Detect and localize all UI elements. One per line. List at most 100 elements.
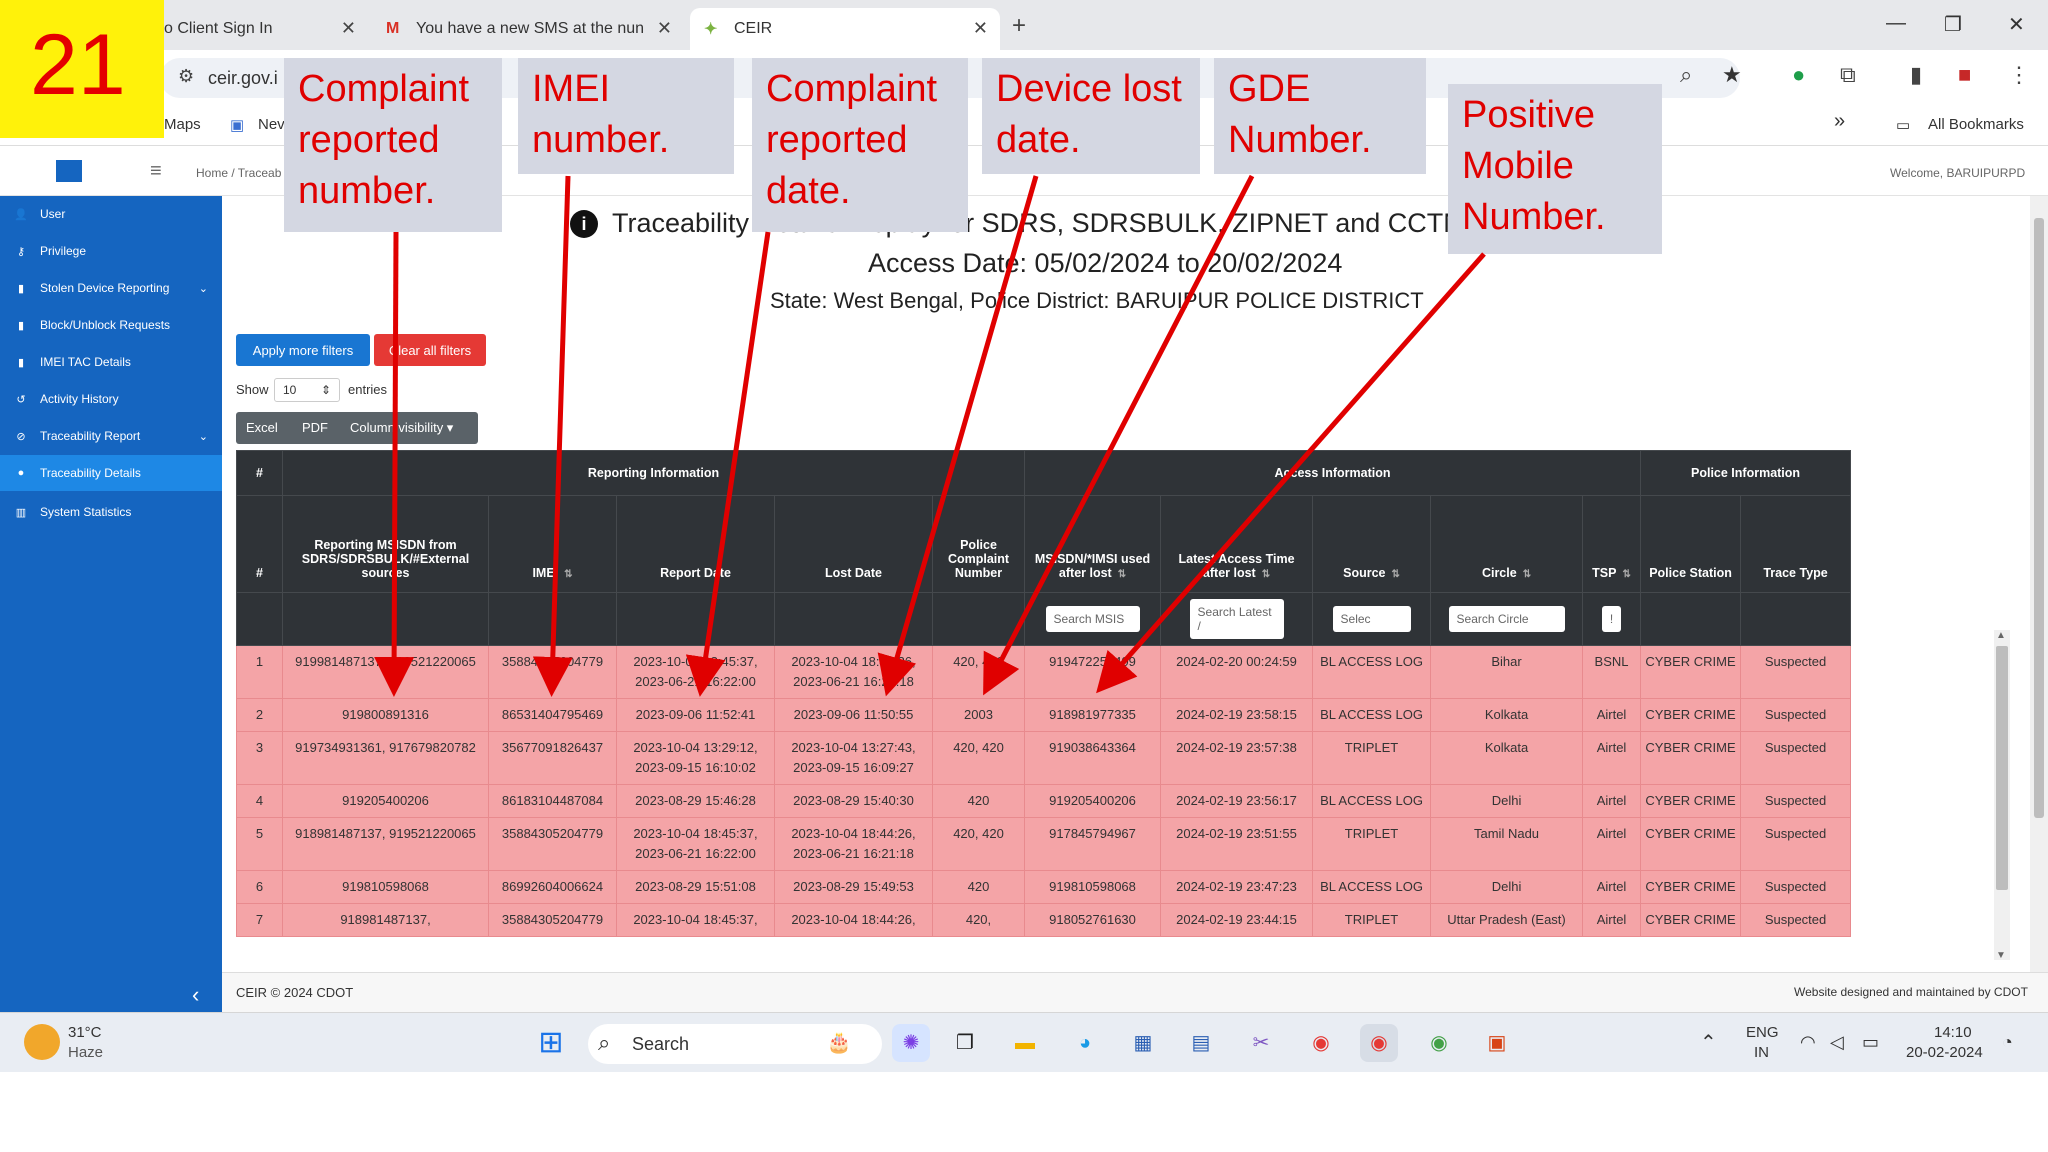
sidebar-item-stolen-device[interactable]: ▮ Stolen Device Reporting ⌄ xyxy=(0,270,222,306)
sort-icon[interactable]: ⇅ xyxy=(1262,569,1270,580)
sidebar-item-block-unblock[interactable]: ▮ Block/Unblock Requests xyxy=(0,307,222,343)
sidebar-item-privilege[interactable]: ⚷ Privilege xyxy=(0,233,222,269)
file-explorer-icon[interactable]: ▬ xyxy=(1006,1024,1044,1062)
clear-filters-button[interactable]: Clear all filters xyxy=(374,334,486,366)
task-view-icon[interactable]: ❐ xyxy=(946,1024,984,1062)
column-header[interactable]: Circle ⇅ xyxy=(1430,495,1584,593)
language-indicator[interactable]: ENG xyxy=(1746,1024,1779,1041)
snipping-tool-icon[interactable]: ✂ xyxy=(1242,1024,1280,1062)
sidepanel-icon[interactable]: ▮ xyxy=(1910,62,1922,88)
minimize-icon[interactable]: — xyxy=(1886,12,1906,35)
pdf-button[interactable]: PDF xyxy=(302,420,328,435)
grammarly-icon[interactable]: ● xyxy=(1792,62,1805,88)
table-cell[interactable]: 86992604006624 xyxy=(488,870,617,904)
table-row[interactable]: 1 919981487137, 919521220065 3588430520477… xyxy=(236,645,1852,699)
welcome-user[interactable]: Welcome, BARUIPURPD xyxy=(1890,166,2025,180)
clock-date[interactable]: 20-02-2024 xyxy=(1906,1044,1983,1061)
sidebar-item-system-statistics[interactable]: ▥ System Statistics xyxy=(0,494,222,530)
all-bookmarks[interactable]: All Bookmarks xyxy=(1928,116,2024,133)
edge-icon[interactable]: ◕ xyxy=(1066,1024,1104,1062)
powerpoint-icon[interactable]: ▣ xyxy=(1478,1024,1516,1062)
chrome-active-icon[interactable]: ◉ xyxy=(1360,1024,1398,1062)
bookmark-news[interactable]: Nev xyxy=(258,116,285,133)
keyboard-region[interactable]: IN xyxy=(1754,1044,1769,1061)
table-cell[interactable]: 86531404795469 xyxy=(488,698,617,732)
sidebar-item-imei-tac[interactable]: ▮ IMEI TAC Details xyxy=(0,344,222,380)
tab-ceir[interactable]: ✦ CEIR ✕ xyxy=(690,8,1000,50)
window-close-icon[interactable]: ✕ xyxy=(2008,12,2025,37)
battery-icon[interactable]: ▭ xyxy=(1862,1032,1879,1053)
table-row[interactable]: 4 919205400206 86183104487084 2023-08-29 15… xyxy=(236,784,1852,818)
menu-icon[interactable]: ⋮ xyxy=(2008,62,2030,88)
site-info-icon[interactable]: ⚙ xyxy=(178,66,194,87)
table-cell[interactable]: 35884305204779 xyxy=(488,645,617,699)
restore-icon[interactable]: ❐ xyxy=(1944,12,1962,37)
column-header[interactable]: # xyxy=(236,495,283,593)
column-header[interactable]: Lost Date xyxy=(774,495,933,593)
table-cell[interactable]: 35884305204779 xyxy=(488,817,617,871)
close-icon[interactable]: ✕ xyxy=(973,18,988,39)
chrome-icon[interactable]: ◉ xyxy=(1302,1024,1340,1062)
bookmark-star-icon[interactable]: ★ xyxy=(1722,62,1742,88)
column-header[interactable]: Report Date xyxy=(616,495,775,593)
sidebar-item-user[interactable]: 👤 User xyxy=(0,196,222,232)
sort-icon[interactable]: ⇅ xyxy=(564,569,572,580)
sidebar-item-activity-history[interactable]: ↺ Activity History xyxy=(0,381,222,417)
bookmark-maps[interactable]: Maps xyxy=(164,116,201,133)
close-icon[interactable]: ✕ xyxy=(657,18,672,39)
weather-desc[interactable]: Haze xyxy=(68,1044,103,1061)
wifi-icon[interactable]: ◠ xyxy=(1800,1032,1816,1053)
tray-expand-icon[interactable]: ⌃ xyxy=(1700,1030,1717,1055)
hamburger-icon[interactable]: ≡ xyxy=(150,160,162,183)
tab-gmail[interactable]: M You have a new SMS at the nun ✕ xyxy=(372,8,684,50)
new-tab-icon[interactable]: + xyxy=(1012,12,1026,40)
excel-button[interactable]: Excel xyxy=(246,420,278,435)
column-header[interactable]: TSP ⇅ xyxy=(1582,495,1642,593)
notification-bell-icon[interactable]: ◔ xyxy=(2002,1032,2013,1053)
collapse-sidebar-icon[interactable]: ‹ xyxy=(192,982,199,1008)
weather-icon[interactable] xyxy=(24,1024,60,1060)
sort-icon[interactable]: ⇅ xyxy=(1118,569,1126,580)
column-header[interactable]: Police Complaint Number xyxy=(931,495,1026,593)
column-header[interactable]: Latest Access Time after lost ⇅ xyxy=(1160,495,1314,593)
column-header[interactable]: MSISDN/*IMSI used after lost ⇅ xyxy=(1024,495,1162,593)
column-search-input[interactable]: ! xyxy=(1601,606,1622,632)
zoom-icon[interactable]: ⌕ xyxy=(1680,62,1692,88)
column-header[interactable]: IMEI ⇅ xyxy=(488,495,617,593)
table-row[interactable]: 6 919810598068 86992604006624 2023-08-29 15… xyxy=(236,870,1852,904)
extensions-icon[interactable]: ⧉ xyxy=(1840,62,1856,88)
column-header[interactable]: Reporting MSISDN from SDRS/SDRSBULK/#Ext… xyxy=(282,495,489,593)
sort-icon[interactable]: ⇅ xyxy=(1622,569,1630,580)
clock-time[interactable]: 14:10 xyxy=(1934,1024,1972,1041)
sidebar-item-traceability-details[interactable]: ● Traceability Details xyxy=(0,455,222,491)
page-scrollbar-thumb[interactable] xyxy=(2034,218,2044,818)
scroll-down-icon[interactable]: ▼ xyxy=(1996,950,2006,961)
table-scrollbar-thumb[interactable] xyxy=(1996,646,2008,890)
column-visibility-button[interactable]: Column visibility ▾ xyxy=(350,420,453,436)
column-search-input[interactable]: Search MSIS xyxy=(1045,606,1140,632)
copilot-icon[interactable]: ✺ xyxy=(892,1024,930,1062)
column-search-input[interactable]: Search Circle xyxy=(1448,606,1565,632)
table-row[interactable]: 2 919800891316 86531404795469 2023-09-06 11… xyxy=(236,698,1852,732)
close-icon[interactable]: ✕ xyxy=(341,18,356,39)
table-row[interactable]: 5 918981487137, 919521220065 3588430520477… xyxy=(236,817,1852,871)
sort-icon[interactable]: ⇅ xyxy=(1523,569,1531,580)
sidebar-item-traceability-report[interactable]: ⊘ Traceability Report ⌄ xyxy=(0,418,222,454)
table-row[interactable]: 7 918981487137, 35884305204779 2023-10-04 1… xyxy=(236,903,1852,937)
entries-select[interactable]: 10 ⇕ xyxy=(274,378,340,402)
profile-icon[interactable]: ■ xyxy=(1958,62,1971,88)
store-icon[interactable]: ▦ xyxy=(1124,1024,1162,1062)
table-cell[interactable]: 35884305204779 xyxy=(488,903,617,937)
column-header[interactable]: Trace Type xyxy=(1740,495,1852,593)
notepad-icon[interactable]: ▤ xyxy=(1182,1024,1220,1062)
table-row[interactable]: 3 919734931361, 917679820782 3567709182643… xyxy=(236,731,1852,785)
table-cell[interactable]: 86183104487084 xyxy=(488,784,617,818)
tab-client-sign-in[interactable]: o Client Sign In ✕ xyxy=(150,8,368,50)
windows-start-icon[interactable]: ⊞ xyxy=(532,1024,570,1062)
apply-filters-button[interactable]: Apply more filters xyxy=(236,334,370,366)
scroll-up-icon[interactable]: ▲ xyxy=(1996,630,2006,641)
table-cell[interactable]: 35677091826437 xyxy=(488,731,617,785)
column-search-input[interactable]: Selec xyxy=(1332,606,1411,632)
column-search-input[interactable]: Search Latest / xyxy=(1189,599,1284,639)
weather-temp[interactable]: 31°C xyxy=(68,1024,102,1041)
